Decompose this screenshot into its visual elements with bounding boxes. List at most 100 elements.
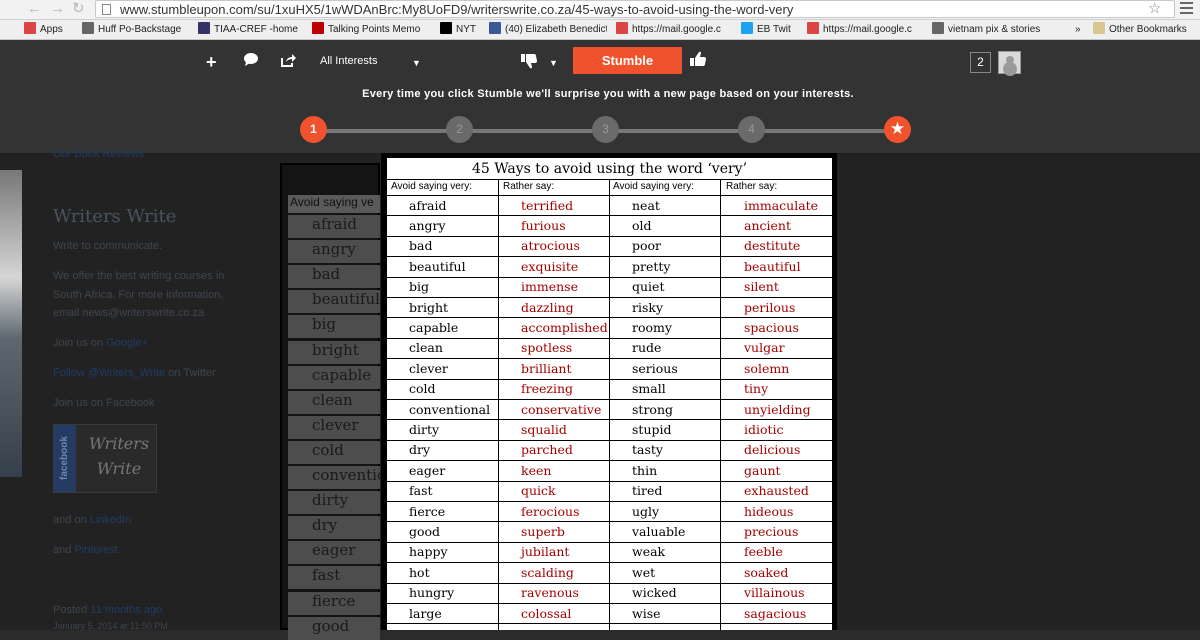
replacement-word: idiotic [744,421,784,437]
apps-grid-icon [24,22,36,34]
stumble-button[interactable]: Stumble [573,47,682,74]
progress-step-1: 1 [300,116,327,143]
underlying-table-cell: conventional [288,466,380,489]
bookmark-item[interactable]: https://mail.google.c [807,20,923,40]
user-avatar[interactable] [998,51,1021,74]
avoid-word: dirty [409,421,440,437]
bookmark-item[interactable]: (40) Elizabeth Benedict [489,20,607,40]
avoid-word: angry [409,217,446,233]
facebook-logo-icon: facebook [54,425,76,492]
about-line: email news@writerswrite.co.za [53,307,205,319]
underlying-table-cell: clever [288,415,380,439]
bookmark-item[interactable]: TIAA-CREF -home [198,20,304,40]
forward-arrow-icon[interactable]: → [50,0,65,20]
avoid-word: risky [632,299,664,315]
avoid-word: bad [409,238,433,254]
column-header: Rather say: [726,181,778,192]
underlying-table-cell: big [288,315,380,339]
facebook-badge[interactable]: facebook Writers Write [53,424,157,493]
bookmark-item[interactable]: https://mail.google.c [616,20,732,40]
underlying-table-cell: clean [288,390,380,414]
bookmark-star-icon[interactable]: ☆ [1148,0,1161,18]
replacement-word: destitute [744,238,801,254]
avoid-word: bright [409,299,449,315]
google-plus-link[interactable]: Google+ [106,337,148,349]
progress-step-3: 3 [592,116,619,143]
posted-time-link[interactable]: 11 months ago [90,604,162,616]
thumbs-down-icon[interactable] [521,53,538,75]
bookmark-item[interactable]: Apps [24,20,74,40]
comment-icon[interactable] [243,52,259,73]
avoid-word: quiet [632,279,665,295]
avoid-word: eager [409,462,446,478]
underlying-table-cell: dry [288,516,380,540]
posted-text: Posted 11 months ago [53,604,163,616]
bookmarks-overflow-button[interactable]: » [1075,20,1081,40]
back-arrow-icon[interactable]: ← [27,0,42,20]
replacement-word: solemn [744,360,790,376]
writers-write-logo: Writers Write [88,434,150,478]
url-input[interactable]: www.stumbleupon.com/su/1xuHX5/1wWDAnBrc:… [95,0,1175,18]
replacement-word: exhausted [744,483,809,499]
share-icon[interactable] [280,53,296,74]
avoid-word: cold [409,381,436,397]
notification-count-badge[interactable]: 2 [970,52,991,73]
underlying-table-cell: dirty [288,491,380,515]
chevron-down-icon[interactable]: ▼ [549,58,558,68]
replacement-word: atrocious [521,238,580,254]
underlying-table-cell: cold [288,440,380,464]
avoid-word: big [409,279,430,295]
browser-menu-icon[interactable] [1180,2,1193,16]
bookmark-label: https://mail.google.c [632,24,721,35]
avoid-word: large [409,605,442,621]
bookmark-item[interactable]: Talking Points Memo [312,20,430,40]
replacement-word: tiny [744,381,769,397]
url-text: www.stumbleupon.com/su/1xuHX5/1wWDAnBrc:… [120,2,794,17]
progress-step-2: 2 [446,116,473,143]
avoid-word: serious [632,360,678,376]
bookmark-item[interactable]: vietnam pix & stories [932,20,1062,40]
bookmarks-bar: Apps Huff Po-Backstage TIAA-CREF -home Talk… [0,20,1200,40]
bookmark-item[interactable]: EB Twit [741,20,799,40]
avoid-word: pretty [632,258,671,274]
underlying-table-cell: fierce [288,591,380,615]
bookmark-item[interactable]: Huff Po-Backstage [82,20,190,40]
avoid-word: fierce [409,503,446,519]
thumbs-up-icon[interactable] [690,51,707,73]
twitter-link[interactable]: Follow @Writers_Write [53,367,165,379]
pinterest-link[interactable]: Pinterest [74,544,117,556]
underlying-table-cell: bright [288,340,380,364]
replacement-word: colossal [521,605,572,621]
tpm-icon [312,22,324,34]
avoid-word: wet [632,564,656,580]
underlying-table-cell: eager [288,541,380,565]
linkedin-link[interactable]: LinkedIn [90,514,132,526]
replacement-word: conservative [521,401,602,417]
other-bookmarks-folder[interactable]: Other Bookmarks [1093,20,1187,40]
underlying-table-cell: angry [288,240,380,264]
page-icon [932,22,944,34]
replacement-word: beautiful [744,258,801,274]
add-plus-icon[interactable]: + [206,52,217,72]
stumble-tagline: Every time you click Stumble we'll surpr… [362,88,854,100]
bookmark-label: NYT [456,24,476,35]
replacement-word: villainous [744,585,805,601]
reload-icon[interactable]: ↻ [72,0,85,20]
bookmark-label: EB Twit [757,24,791,35]
bookmark-label: https://mail.google.c [823,24,912,35]
pinterest-text: and Pinterest [53,544,118,556]
avoid-word: ugly [632,503,660,519]
book-reviews-link[interactable]: Our Book Reviews [53,148,144,160]
avoid-word: happy [409,544,448,560]
all-interests-dropdown[interactable]: All Interests [320,55,377,67]
underlying-table-cell: bad [288,265,380,289]
folder-icon [1093,22,1105,34]
bookmark-item[interactable]: NYT [440,20,482,40]
column-header: Avoid saying very: [391,181,472,192]
replacement-word: terrified [521,197,574,213]
avoid-word: clever [409,360,448,376]
table-title: 45 Ways to avoid using the word ‘very’ [387,158,832,180]
chevron-down-icon[interactable]: ▼ [412,58,421,68]
join-facebook-text: Join us on Facebook [53,397,155,409]
avoid-word: clean [409,340,443,356]
